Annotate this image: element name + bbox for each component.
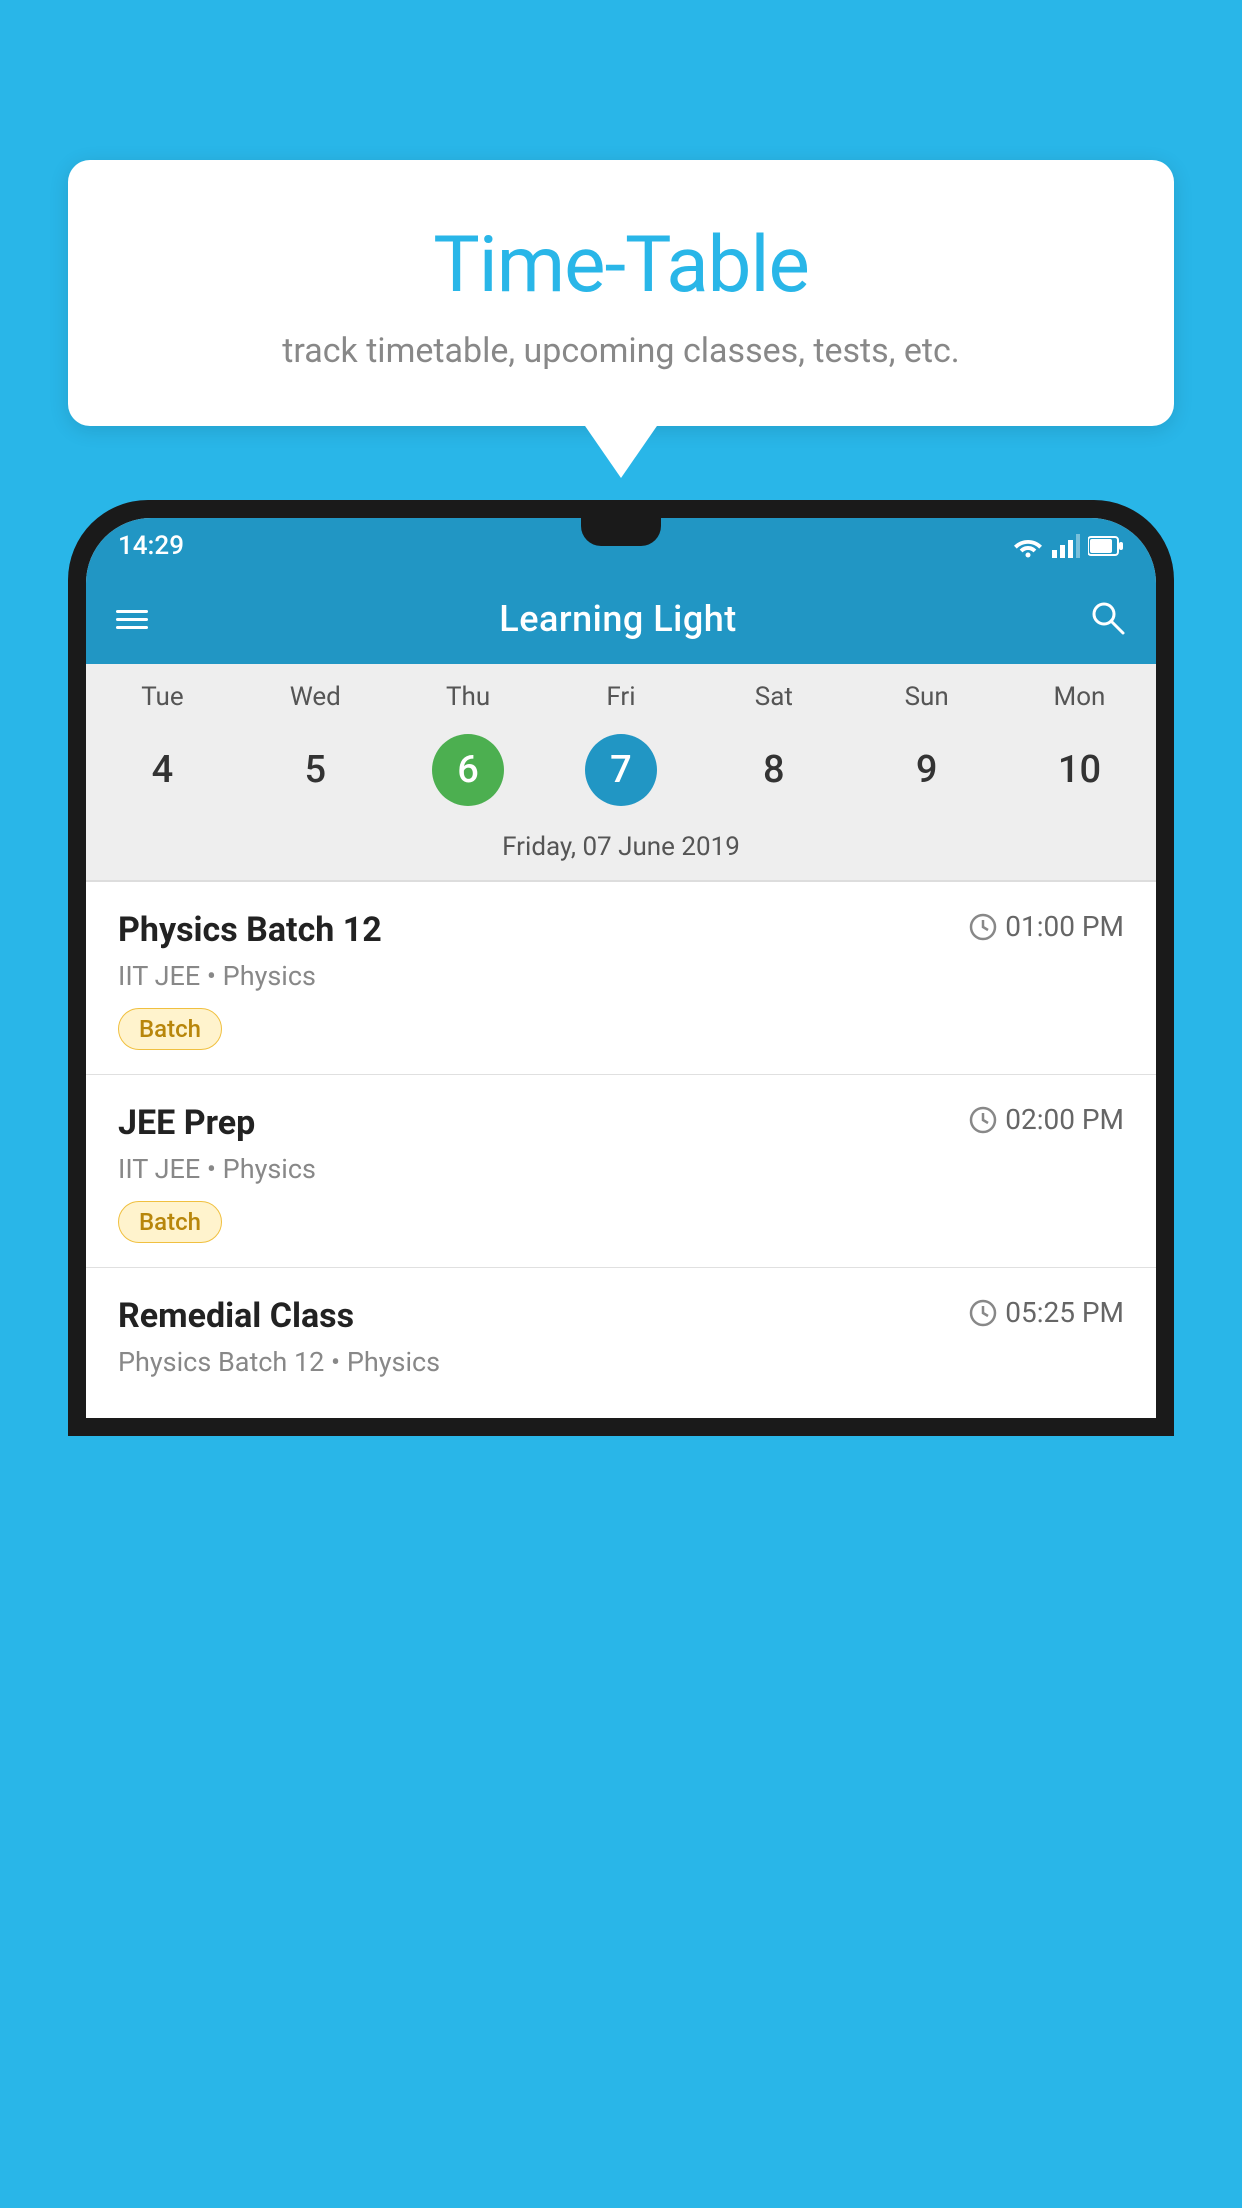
speech-bubble-container: Time-Table track timetable, upcoming cla… [68,160,1174,426]
wifi-icon [1012,534,1044,558]
clock-icon-3 [969,1299,997,1327]
schedule-item-1-tag: Batch [118,1008,222,1050]
day-wed: Wed [239,682,392,712]
schedule-item-1-header: Physics Batch 12 01:00 PM [118,910,1124,950]
date-6-today[interactable]: 6 [392,734,545,806]
date-5[interactable]: 5 [239,734,392,806]
phone-notch [581,518,661,546]
date-10[interactable]: 10 [1003,734,1156,806]
calendar-dates: 4 5 6 7 8 9 10 [86,724,1156,824]
day-tue: Tue [86,682,239,712]
schedule-item-2-tag: Batch [118,1201,222,1243]
date-9[interactable]: 9 [850,734,1003,806]
menu-line-2 [116,618,148,621]
schedule-item-3-subtitle: Physics Batch 12 • Physics [118,1346,1124,1378]
signal-icon [1052,534,1080,558]
day-sat: Sat [697,682,850,712]
date-7-selected[interactable]: 7 [545,734,698,806]
search-button[interactable] [1088,598,1126,640]
date-4[interactable]: 4 [86,734,239,806]
speech-bubble: Time-Table track timetable, upcoming cla… [68,160,1174,426]
bubble-title: Time-Table [108,220,1134,311]
menu-line-3 [116,626,148,629]
day-thu: Thu [392,682,545,712]
date-8[interactable]: 8 [697,734,850,806]
clock-icon-2 [969,1106,997,1134]
phone-outer: 14:29 [68,500,1174,1436]
schedule-item-2[interactable]: JEE Prep 02:00 PM IIT JEE • Physics Batc… [86,1075,1156,1268]
selected-date-label: Friday, 07 June 2019 [86,824,1156,880]
schedule-item-2-title: JEE Prep [118,1103,255,1143]
status-icons [1012,534,1124,558]
schedule-item-1-title: Physics Batch 12 [118,910,382,950]
day-fri: Fri [545,682,698,712]
menu-line-1 [116,610,148,613]
app-bar: Learning Light [86,574,1156,664]
phone-inner: 14:29 [86,518,1156,1418]
day-sun: Sun [850,682,1003,712]
schedule-item-3-time: 05:25 PM [969,1296,1124,1329]
menu-button[interactable] [116,610,148,629]
schedule-item-1-time: 01:00 PM [969,910,1124,943]
schedule-item-3[interactable]: Remedial Class 05:25 PM Physics Batch 12… [86,1268,1156,1418]
schedule-item-3-title: Remedial Class [118,1296,354,1336]
bubble-subtitle: track timetable, upcoming classes, tests… [108,331,1134,371]
schedule-item-2-subtitle: IIT JEE • Physics [118,1153,1124,1185]
schedule-item-3-header: Remedial Class 05:25 PM [118,1296,1124,1336]
schedule-item-1[interactable]: Physics Batch 12 01:00 PM IIT JEE • Phys… [86,882,1156,1075]
schedule-item-2-header: JEE Prep 02:00 PM [118,1103,1124,1143]
status-time: 14:29 [118,531,184,561]
clock-icon-1 [969,913,997,941]
battery-icon [1088,535,1124,557]
app-bar-title: Learning Light [499,598,736,640]
search-icon [1088,598,1126,636]
day-mon: Mon [1003,682,1156,712]
schedule-item-2-time: 02:00 PM [969,1103,1124,1136]
calendar-header: Tue Wed Thu Fri Sat Sun Mon [86,664,1156,724]
phone-mockup: 14:29 [68,500,1174,2208]
schedule-item-1-subtitle: IIT JEE • Physics [118,960,1124,992]
